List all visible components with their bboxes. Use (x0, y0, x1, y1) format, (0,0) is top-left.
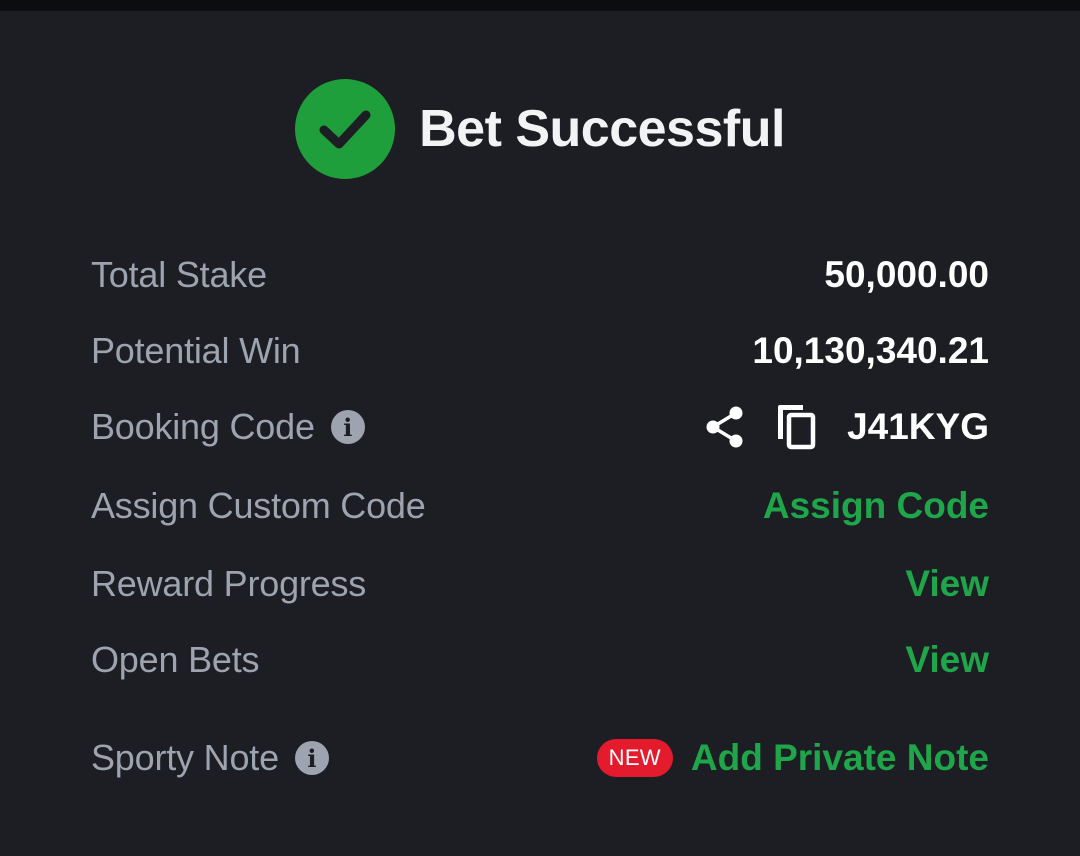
booking-code-actions: J41KYG (705, 403, 989, 451)
potential-win-row: Potential Win 10,130,340.21 (91, 321, 989, 381)
potential-win-label: Potential Win (91, 330, 301, 371)
share-icon[interactable] (705, 405, 745, 449)
new-badge: NEW (596, 739, 673, 777)
sporty-note-row: Sporty Note i NEW Add Private Note (91, 728, 989, 788)
sporty-note-actions: NEW Add Private Note (596, 737, 989, 779)
sporty-note-label-group: Sporty Note i (91, 737, 329, 779)
sporty-note-label: Sporty Note (91, 737, 279, 778)
total-stake-row: Total Stake 50,000.00 (91, 245, 989, 305)
assign-custom-code-label: Assign Custom Code (91, 485, 426, 526)
total-stake-value: 50,000.00 (824, 254, 989, 295)
info-icon[interactable]: i (294, 741, 329, 775)
copy-icon[interactable] (775, 403, 817, 451)
bet-success-panel: Bet Successful Total Stake 50,000.00 Pot… (0, 11, 1080, 856)
info-icon[interactable]: i (330, 410, 365, 444)
page-title: Bet Successful (419, 100, 785, 158)
reward-progress-label: Reward Progress (91, 563, 367, 604)
booking-code-value[interactable]: J41KYG (847, 406, 989, 448)
reward-progress-row: Reward Progress View (91, 554, 989, 614)
booking-code-label: Booking Code (91, 406, 315, 447)
total-stake-label: Total Stake (91, 254, 267, 295)
success-header: Bet Successful (0, 78, 1080, 180)
reward-progress-view-link[interactable]: View (905, 563, 989, 605)
potential-win-value: 10,130,340.21 (752, 330, 989, 371)
check-circle-icon (295, 79, 396, 179)
booking-code-row: Booking Code i J41KYG (91, 397, 989, 457)
booking-code-label-group: Booking Code i (91, 406, 365, 448)
add-private-note-link[interactable]: Add Private Note (691, 737, 989, 779)
open-bets-row: Open Bets View (91, 630, 989, 690)
assign-custom-code-row: Assign Custom Code Assign Code (91, 476, 989, 536)
open-bets-label: Open Bets (91, 639, 260, 680)
open-bets-view-link[interactable]: View (905, 639, 989, 681)
assign-code-link[interactable]: Assign Code (763, 485, 989, 527)
top-status-strip (0, 0, 1080, 11)
